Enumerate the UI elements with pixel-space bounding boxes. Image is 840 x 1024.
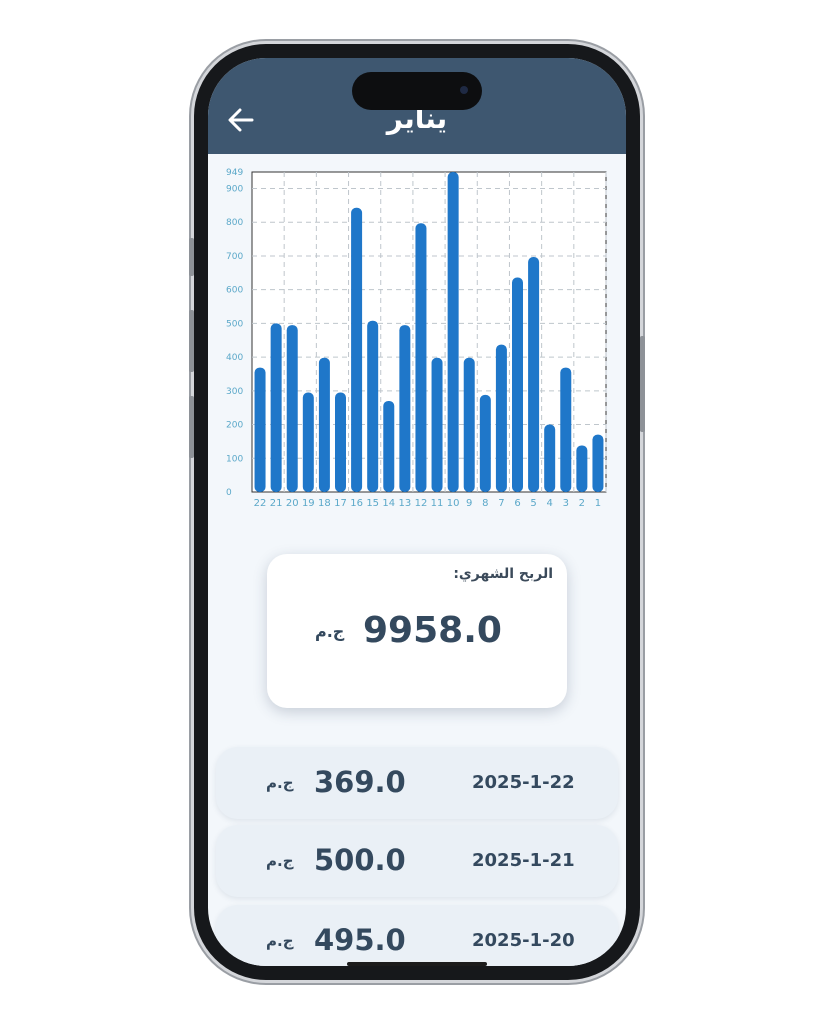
chart-bar — [351, 207, 363, 492]
transaction-row[interactable]: ج.م 500.0 2025-1-21 — [216, 825, 618, 897]
chart-bar — [383, 400, 395, 492]
transaction-row[interactable]: ج.م 495.0 2025-1-20 — [216, 905, 618, 966]
transaction-amount: 500.0 — [314, 843, 406, 877]
x-tick-label: 22 — [254, 498, 267, 509]
chart-bar — [495, 344, 507, 492]
chart-bar — [302, 392, 314, 492]
app-header: يناير — [208, 58, 626, 154]
transaction-row[interactable]: ج.م 369.0 2025-1-22 — [216, 747, 618, 819]
x-tick-label: 12 — [415, 498, 428, 509]
chart-bar — [270, 323, 282, 492]
power-button — [640, 336, 645, 432]
chart-bar — [512, 277, 523, 492]
y-tick-label: 900 — [226, 185, 243, 195]
chart-bar — [544, 424, 556, 492]
transaction-currency: ج.م — [266, 852, 294, 870]
chart-bar — [286, 325, 298, 492]
monthly-profit-label: الربح الشهري: — [453, 566, 553, 582]
dynamic-island — [352, 72, 482, 110]
volume-down-button — [189, 396, 194, 458]
y-tick-label: 200 — [226, 421, 243, 431]
transaction-amount: 369.0 — [314, 765, 406, 799]
x-tick-label: 9 — [466, 498, 472, 509]
transaction-date: 2025-1-21 — [472, 850, 575, 871]
app-screen: يناير 0 100 200 300 400 500 600 700 800 900 949 22 2… — [208, 58, 626, 966]
x-tick-label: 1 — [595, 498, 601, 509]
chart-bar — [528, 256, 540, 492]
monthly-profit-value: 9958.0 — [363, 610, 502, 651]
y-tick-label: 949 — [226, 168, 243, 178]
x-tick-label: 5 — [530, 498, 536, 509]
volume-up-button — [189, 310, 194, 372]
chart-bar — [576, 445, 588, 492]
chart-bar — [447, 172, 459, 492]
x-tick-label: 10 — [447, 498, 460, 509]
home-indicator — [347, 962, 487, 966]
bar-chart: 010020030040050060070080090094922 21 20 19 1… — [226, 168, 607, 509]
transaction-date: 2025-1-20 — [472, 930, 575, 951]
x-tick-label: 11 — [431, 498, 444, 509]
y-tick-label: 800 — [226, 218, 243, 228]
x-tick-label: 18 — [318, 498, 331, 509]
x-tick-label: 17 — [334, 498, 347, 509]
y-tick-label: 0 — [226, 488, 232, 498]
x-tick-label: 2 — [579, 498, 585, 509]
chart-bar — [463, 357, 475, 492]
chart-bar — [399, 325, 411, 492]
y-tick-label: 300 — [226, 387, 243, 397]
y-tick-label: 500 — [226, 319, 243, 329]
chart-bar — [431, 357, 443, 492]
x-tick-label: 14 — [382, 498, 395, 509]
chart-bar — [318, 357, 330, 492]
x-tick-label: 16 — [350, 498, 363, 509]
transaction-date: 2025-1-22 — [472, 772, 575, 793]
x-tick-label: 4 — [546, 498, 552, 509]
monthly-profit-card: الربح الشهري: ج.م 9958.0 — [267, 554, 567, 708]
y-tick-label: 600 — [226, 286, 243, 296]
silent-switch — [189, 238, 194, 276]
transaction-currency: ج.م — [266, 932, 294, 950]
chart-bar — [592, 434, 604, 492]
chart-bar — [479, 394, 491, 492]
x-tick-label: 13 — [398, 498, 411, 509]
x-tick-label: 15 — [366, 498, 379, 509]
chart-bar — [367, 320, 379, 492]
chart-bar — [415, 223, 427, 492]
x-tick-label: 7 — [498, 498, 504, 509]
x-tick-label: 19 — [302, 498, 315, 509]
y-tick-label: 400 — [226, 353, 243, 363]
chart-bar — [560, 367, 572, 492]
chart-bar — [254, 367, 266, 492]
camera-icon — [460, 86, 468, 94]
x-tick-label: 8 — [482, 498, 488, 509]
chart-bar — [335, 392, 346, 492]
x-tick-label: 21 — [270, 498, 283, 509]
x-tick-label: 3 — [563, 498, 569, 509]
y-tick-label: 100 — [226, 454, 243, 464]
monthly-profit-currency: ج.م — [315, 622, 345, 641]
daily-profit-chart: 0 100 200 300 400 500 600 700 800 900 949 22 21 20 19 1… — [208, 162, 626, 522]
x-tick-label: 6 — [514, 498, 520, 509]
transaction-currency: ج.م — [266, 774, 294, 792]
transaction-amount: 495.0 — [314, 923, 406, 957]
y-tick-label: 700 — [226, 252, 243, 262]
x-tick-label: 20 — [286, 498, 299, 509]
